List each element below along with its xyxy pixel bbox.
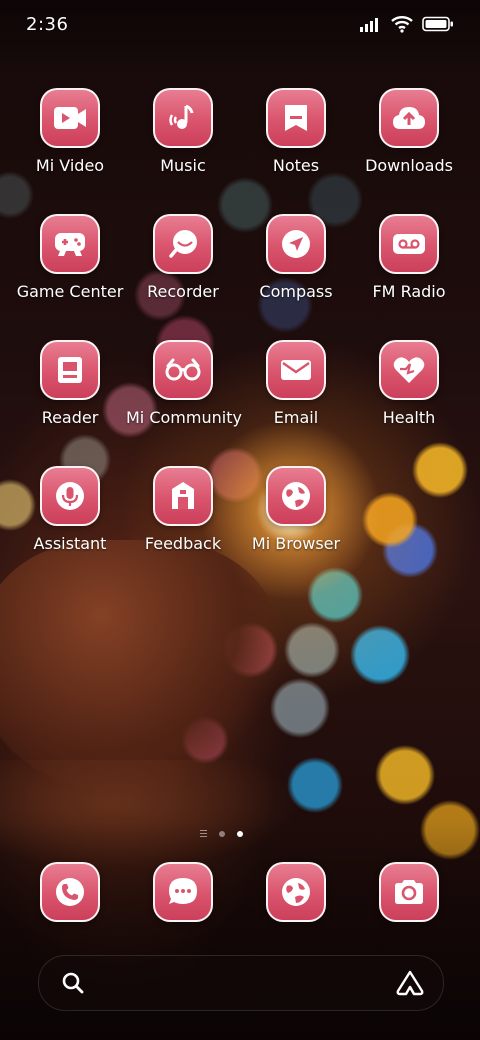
app-label: Recorder — [147, 282, 219, 301]
battery-icon — [422, 16, 454, 32]
browser-icon — [266, 862, 326, 922]
compass-icon — [266, 214, 326, 274]
phone-icon — [40, 862, 100, 922]
app-label: Notes — [272, 156, 320, 175]
app-feedback[interactable]: Feedback — [126, 466, 240, 553]
page-dot-active[interactable] — [237, 830, 243, 837]
camera-icon — [379, 862, 439, 922]
assistant-icon — [40, 466, 100, 526]
radio-icon — [379, 214, 439, 274]
app-notes[interactable]: Notes — [239, 88, 353, 175]
app-recorder[interactable]: Recorder — [126, 214, 240, 301]
download-icon — [379, 88, 439, 148]
app-label: Music — [160, 156, 206, 175]
app-label: Feedback — [144, 534, 222, 553]
dock-phone[interactable] — [13, 862, 127, 922]
app-label: Downloads — [365, 156, 453, 175]
app-music[interactable]: Music — [126, 88, 240, 175]
status-bar: 2:36 — [0, 0, 480, 52]
app-mi-browser[interactable]: Mi Browser — [239, 466, 353, 553]
page-menu-icon[interactable] — [200, 830, 207, 837]
app-email[interactable]: Email — [239, 340, 353, 427]
dock-browser[interactable] — [239, 862, 353, 922]
app-assistant[interactable]: Assistant — [13, 466, 127, 553]
page-indicator[interactable] — [200, 830, 243, 837]
recorder-icon — [153, 214, 213, 274]
status-icons — [360, 14, 454, 34]
search-bar[interactable] — [38, 955, 444, 1011]
dock-camera[interactable] — [352, 862, 466, 922]
community-icon — [153, 340, 213, 400]
wallpaper-lamp — [0, 540, 280, 790]
app-label: Mi Community — [126, 408, 242, 427]
page-dot[interactable] — [219, 830, 225, 837]
app-compass[interactable]: Compass — [239, 214, 353, 301]
app-label: Health — [382, 408, 436, 427]
video-icon — [40, 88, 100, 148]
wifi-icon — [391, 15, 413, 33]
app-health[interactable]: Health — [352, 340, 466, 427]
app-reader[interactable]: Reader — [13, 340, 127, 427]
signal-icon — [360, 16, 382, 32]
feedback-icon — [153, 466, 213, 526]
app-label: Mi Video — [35, 156, 105, 175]
search-icon[interactable] — [61, 971, 85, 999]
reader-icon — [40, 340, 100, 400]
browser-icon — [266, 466, 326, 526]
app-label: Reader — [41, 408, 99, 427]
app-label: Game Center — [16, 282, 124, 301]
notes-icon — [266, 88, 326, 148]
music-icon — [153, 88, 213, 148]
messages-icon — [153, 862, 213, 922]
app-label: Mi Browser — [251, 534, 341, 553]
app-mi-video[interactable]: Mi Video — [13, 88, 127, 175]
status-time: 2:36 — [26, 14, 69, 35]
app-label: Email — [273, 408, 319, 427]
app-label: Compass — [259, 282, 333, 301]
app-label: Assistant — [33, 534, 107, 553]
dock-messages[interactable] — [126, 862, 240, 922]
app-label: FM Radio — [372, 282, 446, 301]
health-icon — [379, 340, 439, 400]
app-downloads[interactable]: Downloads — [352, 88, 466, 175]
app-mi-community[interactable]: Mi Community — [126, 340, 242, 427]
app-fm-radio[interactable]: FM Radio — [352, 214, 466, 301]
email-icon — [266, 340, 326, 400]
gamepad-icon — [40, 214, 100, 274]
assistant-shortcut-icon[interactable] — [395, 969, 425, 1001]
app-game-center[interactable]: Game Center — [13, 214, 127, 301]
